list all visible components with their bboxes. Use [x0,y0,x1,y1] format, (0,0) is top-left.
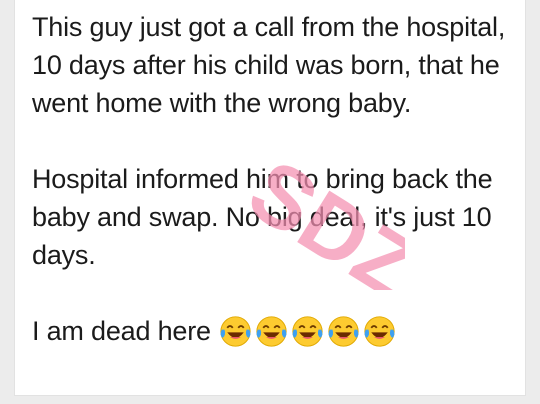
tears-of-joy-emoji-icon [220,315,251,347]
emoji-row [219,315,396,348]
post-paragraph-3: I am dead here [32,312,518,350]
post-paragraph-3-text: I am dead here [32,316,211,346]
tears-of-joy-emoji-icon [328,315,359,347]
post-text: This guy just got a call from the hospit… [32,8,518,350]
tears-of-joy-emoji-icon [364,315,395,347]
tears-of-joy-emoji-icon [256,315,287,347]
post-paragraph-2: Hospital informed him to bring back the … [32,164,493,270]
tears-of-joy-emoji-icon [292,315,323,347]
post-paragraph-1: This guy just got a call from the hospit… [32,12,506,118]
post-card: This guy just got a call from the hospit… [14,0,526,396]
